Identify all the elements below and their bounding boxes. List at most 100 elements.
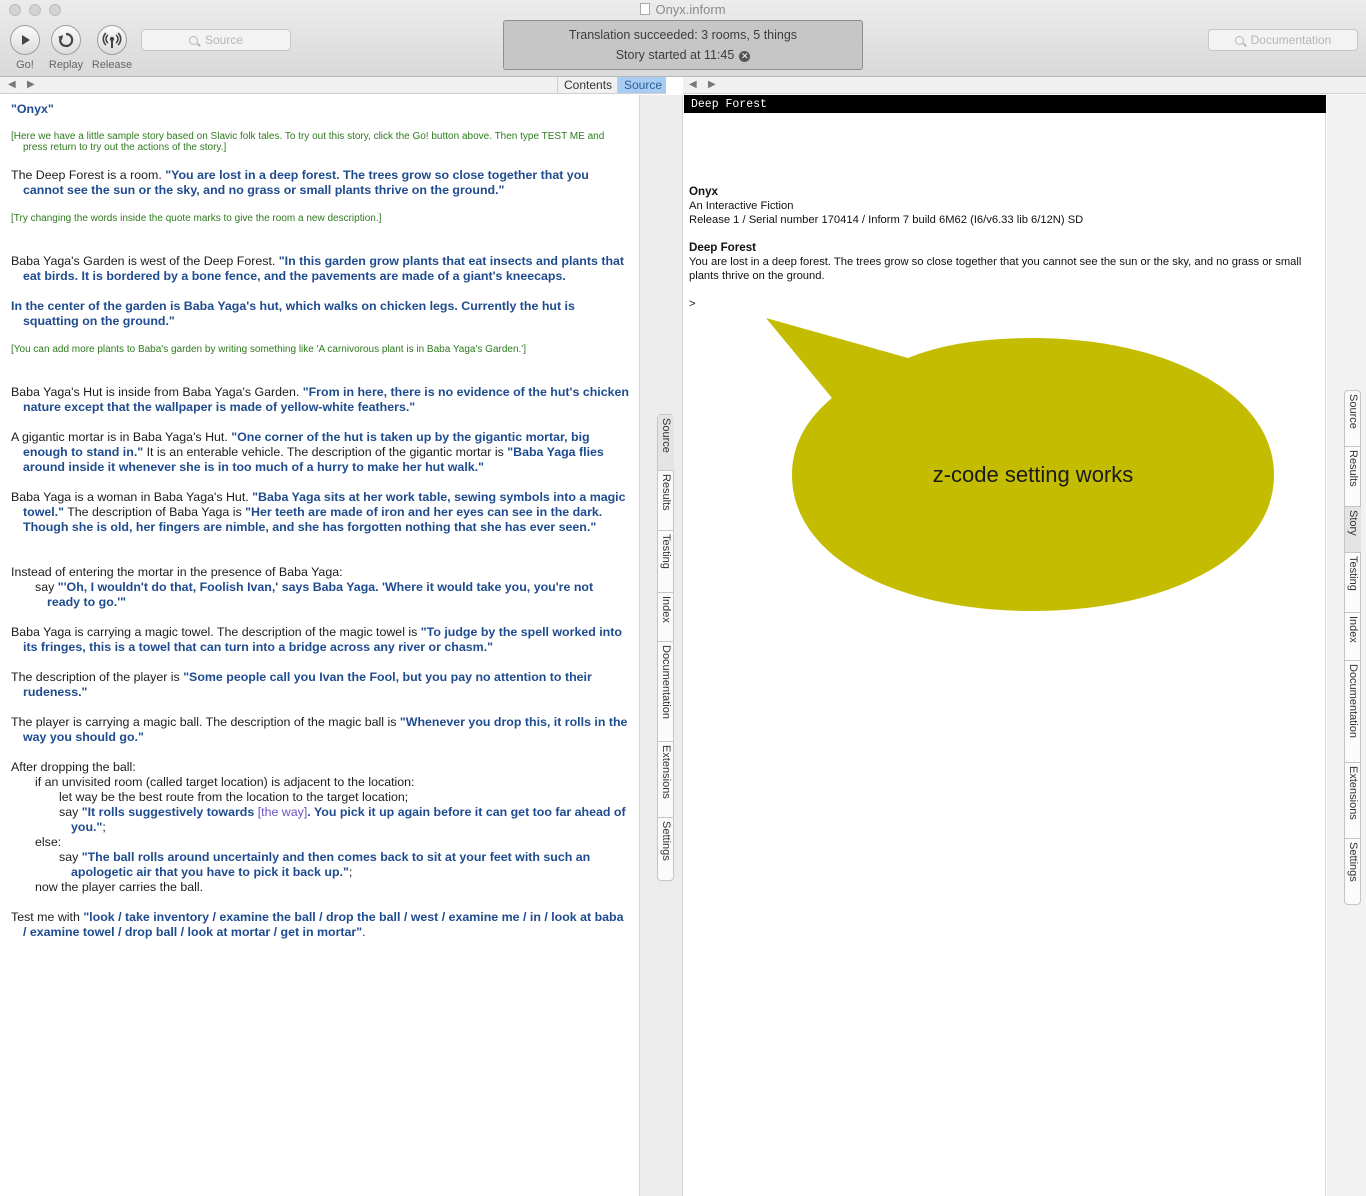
code-text: Test me with bbox=[11, 910, 84, 924]
story-subtitle: An Interactive Fiction bbox=[689, 200, 794, 212]
side-tab-label: Extensions bbox=[660, 745, 672, 799]
source-paragraph: if an unvisited room (called target loca… bbox=[35, 775, 629, 790]
side-tab-label: Index bbox=[660, 596, 672, 623]
source-comment: [Here we have a little sample story base… bbox=[11, 131, 605, 153]
source-paragraph: After dropping the ball: bbox=[11, 760, 629, 775]
source-paragraph: The Deep Forest is a room. "You are lost… bbox=[11, 168, 629, 198]
story-room-name: Deep Forest bbox=[689, 241, 1309, 255]
source-paragraph: Baba Yaga is a woman in Baba Yaga's Hut.… bbox=[11, 490, 629, 535]
quoted-text: "It rolls suggestively towards bbox=[81, 805, 258, 819]
side-tab-label: Documentation bbox=[1347, 664, 1359, 738]
side-tab-label: Testing bbox=[660, 534, 672, 569]
source-paragraph: say "The ball rolls around uncertainly a… bbox=[59, 850, 629, 880]
side-tab-extensions[interactable]: Extensions bbox=[1345, 763, 1361, 839]
code-text: now the player carries the ball. bbox=[35, 880, 204, 894]
code-text: if an unvisited room (called target loca… bbox=[35, 775, 415, 789]
side-tab-source[interactable]: Source bbox=[1345, 391, 1361, 447]
source-paragraph: else: bbox=[35, 835, 629, 850]
story-command-prompt[interactable]: > bbox=[689, 297, 1309, 311]
source-comment: [You can add more plants to Baba's garde… bbox=[11, 344, 526, 355]
side-tab-testing[interactable]: Testing bbox=[658, 531, 674, 593]
source-paragraph: let way be the best route from the locat… bbox=[59, 790, 629, 805]
code-text: The player is carrying a magic ball. The… bbox=[11, 715, 400, 729]
source-comment: [Try changing the words inside the quote… bbox=[11, 213, 382, 224]
source-paragraph: now the player carries the ball. bbox=[35, 880, 629, 895]
source-paragraph: say "It rolls suggestively towards [the … bbox=[59, 805, 629, 835]
source-paragraph: say "'Oh, I wouldn't do that, Foolish Iv… bbox=[23, 580, 629, 610]
side-tab-label: Source bbox=[1347, 394, 1359, 429]
side-tab-extensions[interactable]: Extensions bbox=[658, 742, 674, 818]
code-text: A gigantic mortar is in Baba Yaga's Hut. bbox=[11, 430, 232, 444]
left-side-tabs: Source Results Testing Index Documentati… bbox=[657, 414, 674, 881]
side-tab-testing[interactable]: Testing bbox=[1345, 553, 1361, 613]
side-tab-story[interactable]: Story bbox=[1345, 507, 1361, 553]
code-text: It is an enterable vehicle. The descript… bbox=[143, 445, 508, 459]
source-paragraph: Baba Yaga's Hut is inside from Baba Yaga… bbox=[11, 385, 629, 415]
quoted-text: "The ball rolls around uncertainly and t… bbox=[71, 850, 591, 879]
side-tab-documentation[interactable]: Documentation bbox=[1345, 661, 1361, 763]
code-text: The description of Baba Yaga is bbox=[63, 505, 246, 519]
side-tab-source[interactable]: Source bbox=[658, 415, 674, 471]
callout-text: z-code setting works bbox=[932, 462, 1134, 487]
source-editor[interactable]: "Onyx" [Here we have a little sample sto… bbox=[0, 95, 640, 1196]
source-search-input[interactable]: Source bbox=[141, 29, 291, 51]
code-text: . bbox=[362, 925, 366, 939]
back-arrow-icon[interactable]: ◀ bbox=[689, 79, 697, 90]
code-text: say bbox=[35, 580, 58, 594]
side-tab-settings[interactable]: Settings bbox=[1345, 839, 1361, 905]
side-tab-index[interactable]: Index bbox=[658, 593, 674, 642]
story-room-description: You are lost in a deep forest. The trees… bbox=[689, 256, 1302, 282]
code-text: let way be the best route from the locat… bbox=[59, 790, 409, 804]
game-title-text: Onyx bbox=[689, 185, 718, 198]
window-toolbar: Onyx.inform Go! Replay Release Source Tr… bbox=[0, 0, 1366, 77]
story-window[interactable]: Deep Forest Onyx An Interactive Fiction … bbox=[684, 95, 1326, 1196]
side-tab-label: Results bbox=[660, 474, 672, 511]
source-paragraph: Instead of entering the mortar in the pr… bbox=[11, 565, 629, 580]
replay-icon bbox=[51, 25, 81, 55]
side-tab-index[interactable]: Index bbox=[1345, 613, 1361, 661]
code-text: ; bbox=[102, 820, 106, 834]
story-game-title: Onyx bbox=[689, 185, 1309, 199]
code-text: say bbox=[59, 805, 82, 819]
tab-source[interactable]: Source bbox=[617, 77, 666, 93]
side-tab-results[interactable]: Results bbox=[658, 471, 674, 531]
side-tab-settings[interactable]: Settings bbox=[658, 818, 674, 881]
source-title: "Onyx" bbox=[11, 102, 629, 117]
window-title: Onyx.inform bbox=[0, 2, 1366, 17]
quoted-text: "'Oh, I wouldn't do that, Foolish Ivan,'… bbox=[47, 580, 594, 609]
translation-status: Translation succeeded: 3 rooms, 5 things bbox=[568, 28, 798, 42]
side-tab-label: Source bbox=[660, 418, 672, 453]
stop-story-icon[interactable]: ✕ bbox=[739, 51, 751, 62]
side-tab-documentation[interactable]: Documentation bbox=[658, 642, 674, 742]
code-text: Baba Yaga is a woman in Baba Yaga's Hut. bbox=[11, 490, 253, 504]
source-paragraph: Test me with "look / take inventory / ex… bbox=[11, 910, 629, 940]
room-name-text: Deep Forest bbox=[689, 241, 757, 254]
status-panel: Translation succeeded: 3 rooms, 5 things… bbox=[503, 20, 863, 70]
documentation-search-input[interactable]: Documentation bbox=[1208, 29, 1358, 51]
side-tab-results[interactable]: Results bbox=[1345, 447, 1361, 507]
tab-contents[interactable]: Contents bbox=[557, 77, 618, 93]
forward-arrow-icon[interactable]: ▶ bbox=[27, 79, 35, 90]
code-text: else: bbox=[35, 835, 62, 849]
broadcast-icon bbox=[97, 25, 127, 55]
replay-button[interactable]: Replay bbox=[43, 25, 89, 71]
code-text: Instead of entering the mortar in the pr… bbox=[11, 565, 343, 579]
side-tab-label: Index bbox=[1347, 616, 1359, 643]
search-icon bbox=[1234, 35, 1244, 45]
go-button[interactable]: Go! bbox=[2, 25, 48, 71]
code-text: The description of the player is bbox=[11, 670, 184, 684]
back-arrow-icon[interactable]: ◀ bbox=[8, 79, 16, 90]
left-pane-header: ◀ ▶ Contents Source bbox=[0, 77, 666, 94]
code-text: ; bbox=[348, 865, 353, 879]
forward-arrow-icon[interactable]: ▶ bbox=[708, 79, 716, 90]
side-tab-label: Settings bbox=[660, 821, 672, 861]
quoted-text: "look / take inventory / examine the bal… bbox=[23, 910, 624, 939]
search-icon bbox=[188, 35, 198, 45]
code-text: The Deep Forest is a room. bbox=[11, 168, 166, 182]
code-text: say bbox=[59, 850, 82, 864]
story-release-line: Release 1 / Serial number 170414 / Infor… bbox=[689, 214, 1084, 226]
window-title-text: Onyx.inform bbox=[655, 2, 726, 17]
source-paragraph: Baba Yaga is carrying a magic towel. The… bbox=[11, 625, 629, 655]
release-label: Release bbox=[91, 59, 133, 71]
release-button[interactable]: Release bbox=[89, 25, 135, 71]
